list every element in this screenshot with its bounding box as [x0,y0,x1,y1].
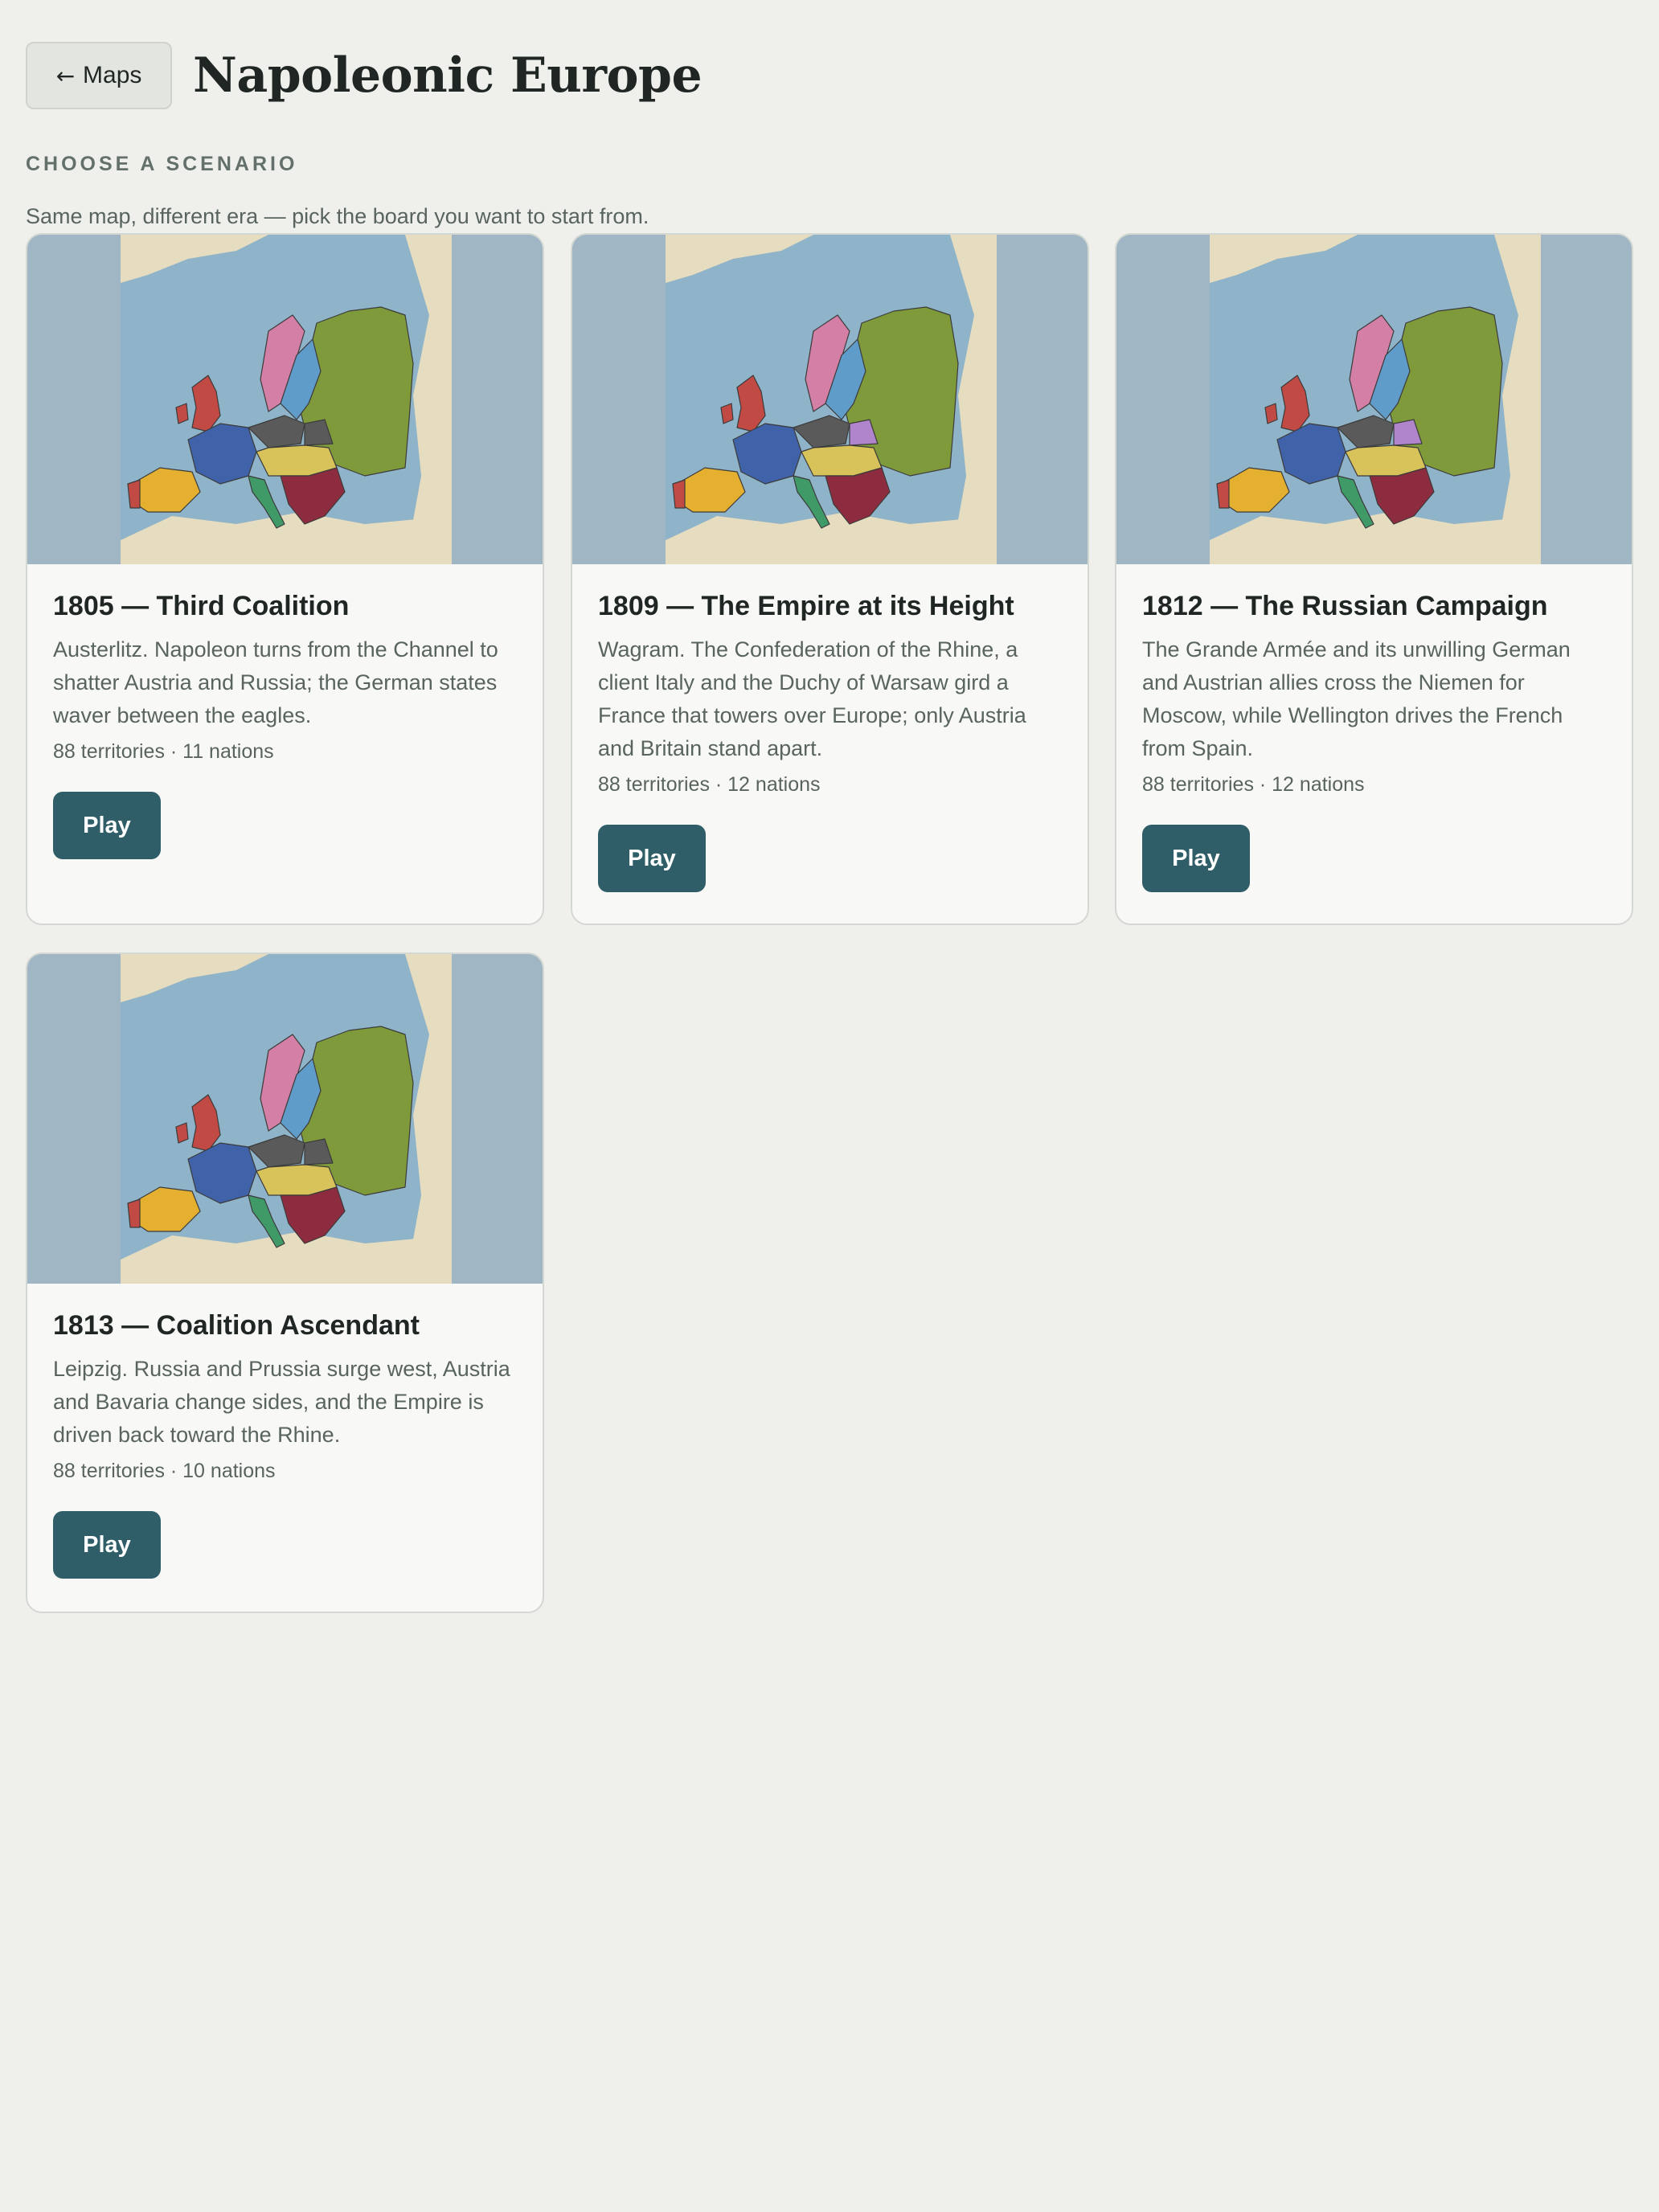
play-button[interactable]: Play [53,1511,161,1579]
europe-map-image [1116,235,1632,564]
map-territory [175,1122,189,1144]
map-territory [1264,403,1278,424]
play-button[interactable]: Play [598,825,706,892]
scenario-page: ← Maps Napoleonic Europe CHOOSE A SCENAR… [0,0,1659,2212]
back-button-label: Maps [83,62,142,88]
scenario-map-thumbnail [27,235,543,564]
play-button[interactable]: Play [53,792,161,859]
section-subtitle: Same map, different era — pick the board… [26,204,649,228]
map-territory [127,1198,141,1228]
arrow-left-icon: ← [55,62,76,89]
scenario-meta: 88 territories · 11 nations [53,740,274,763]
scenario-map-thumbnail [27,954,543,1284]
page-title: Napoleonic Europe [193,47,703,104]
scenario-card-1812[interactable]: 1812 — The Russian Campaign The Grande A… [1115,233,1633,925]
scenario-meta: 88 territories · 12 nations [1142,773,1365,796]
scenario-description: Wagram. The Confederation of the Rhine, … [598,637,1026,760]
europe-map-image [27,235,543,564]
play-button[interactable]: Play [1142,825,1250,892]
map-territory [127,479,141,509]
scenario-map-thumbnail [572,235,1088,564]
scenario-map-thumbnail [1116,235,1632,564]
scenario-title: 1809 — The Empire at its Height [598,591,1014,621]
scenario-description: Austerlitz. Napoleon turns from the Chan… [53,637,498,727]
scenario-title: 1805 — Third Coalition [53,591,350,621]
scenario-card-1805[interactable]: 1805 — Third Coalition Austerlitz. Napol… [26,233,544,925]
scenario-description: The Grande Armée and its unwilling Germa… [1142,637,1571,760]
europe-map-image [572,235,1088,564]
scenario-meta: 88 territories · 10 nations [53,1460,276,1482]
europe-map-image [27,954,543,1284]
scenario-description: Leipzig. Russia and Prussia surge west, … [53,1357,510,1447]
scenario-title: 1813 — Coalition Ascendant [53,1310,420,1341]
map-territory [175,403,189,424]
map-territory [672,479,686,509]
back-to-maps-button[interactable]: ← Maps [26,42,172,109]
map-territory [720,403,734,424]
map-territory [1216,479,1230,509]
scenario-title: 1812 — The Russian Campaign [1142,591,1548,621]
section-label: CHOOSE A SCENARIO [26,153,298,175]
scenario-card-1809[interactable]: 1809 — The Empire at its Height Wagram. … [571,233,1089,925]
scenario-meta: 88 territories · 12 nations [598,773,821,796]
scenario-card-1813[interactable]: 1813 — Coalition Ascendant Leipzig. Russ… [26,952,544,1613]
